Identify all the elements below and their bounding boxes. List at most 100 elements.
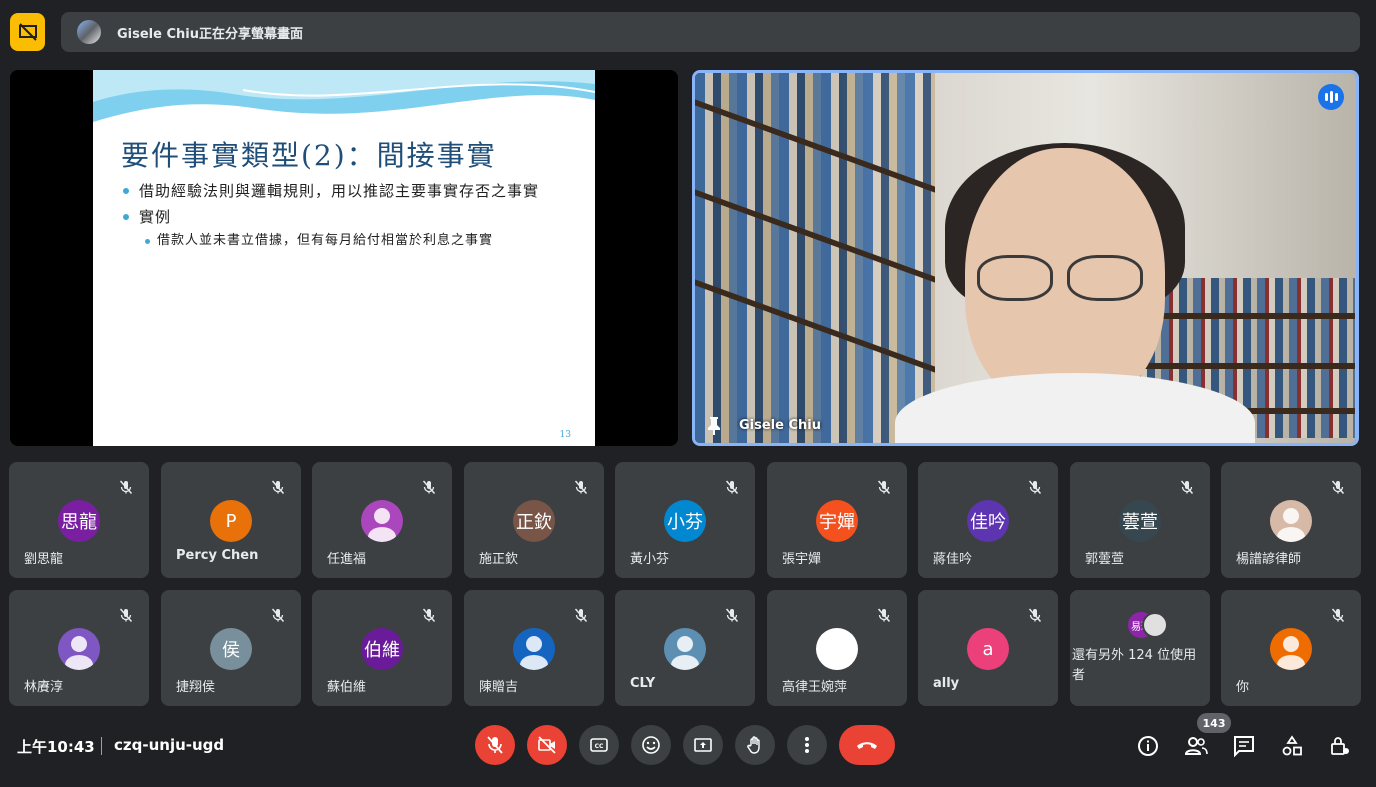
speaker-name: Gisele Chiu: [739, 418, 821, 433]
closed-captions-icon: CC: [590, 738, 608, 752]
participant-tile[interactable]: 易玹 還有另外 124 位使用者: [1070, 590, 1210, 706]
mic-muted-icon: [1024, 476, 1046, 498]
clock: 上午10:43: [17, 738, 95, 756]
slide-title: 要件事實類型(2)：間接事實: [121, 139, 497, 172]
mic-off-icon: [487, 736, 503, 754]
participant-tile[interactable]: 正欽施正欽: [464, 462, 604, 578]
meeting-details-button[interactable]: [1135, 733, 1161, 759]
present-off-icon: [18, 23, 37, 41]
participant-tile[interactable]: a ally: [918, 590, 1058, 706]
participant-name: 蔣佳吟: [933, 552, 973, 567]
slide-page-number: 13: [559, 430, 571, 440]
participant-tile[interactable]: 侯捷翔侯: [161, 590, 301, 706]
person-icon: [1270, 500, 1312, 542]
person-icon: [1270, 628, 1312, 670]
more-options-button[interactable]: [787, 725, 827, 765]
person-icon: [58, 628, 100, 670]
svg-text:CC: CC: [595, 743, 604, 750]
avatar-initials: 正欽: [516, 512, 552, 533]
participant-tile[interactable]: 你: [1221, 590, 1361, 706]
participant-tile[interactable]: 陳贈吉: [464, 590, 604, 706]
shared-screen-tile[interactable]: 要件事實類型(2)：間接事實 借助經驗法則與邏輯規則，用以推認主要事實存否之事實…: [10, 70, 678, 446]
participant-tile[interactable]: 楊譜諺律師: [1221, 462, 1361, 578]
participant-tile[interactable]: 伯維 蘇伯維: [312, 590, 452, 706]
presenter-avatar: [77, 20, 101, 44]
participant-avatar: [664, 628, 706, 670]
participant-name: ally: [933, 676, 960, 691]
participant-avatar: a: [967, 628, 1009, 670]
mic-muted-icon: [721, 604, 743, 626]
speaker-glasses: [977, 255, 1053, 301]
participant-name: 黃小芬: [630, 552, 670, 567]
emoji-reaction-button[interactable]: [631, 725, 671, 765]
mic-muted-icon: [1327, 476, 1349, 498]
speaker-video-tile[interactable]: Gisele Chiu: [692, 70, 1359, 446]
mic-muted-icon: [1024, 604, 1046, 626]
avatar-initials: 伯維: [364, 640, 400, 661]
participant-name: 你: [1236, 680, 1250, 695]
participant-tile[interactable]: 宇嬋 張宇嬋: [767, 462, 907, 578]
participant-tile[interactable]: CLY: [615, 590, 755, 706]
leave-call-button[interactable]: [839, 725, 895, 765]
participant-tile[interactable]: 蕓萱郭蕓萱: [1070, 462, 1210, 578]
present-screen-icon: [694, 738, 712, 752]
participant-avatar: [361, 500, 403, 542]
participant-tile[interactable]: 林賡淳: [9, 590, 149, 706]
participant-avatar: [1270, 500, 1312, 542]
avatar-initials: P: [225, 510, 237, 532]
info-icon: [1138, 736, 1158, 756]
captions-button[interactable]: CC: [579, 725, 619, 765]
mic-muted-icon: [267, 476, 289, 498]
participant-avatar: 蕓萱: [1119, 500, 1161, 542]
mic-muted-icon: [873, 604, 895, 626]
avatar-initials: 思龍: [61, 512, 97, 533]
lock-person-icon: [1331, 737, 1349, 755]
participant-avatar: [58, 628, 100, 670]
people-button[interactable]: [1183, 733, 1209, 759]
mic-muted-icon: [115, 476, 137, 498]
participant-avatar: [1270, 628, 1312, 670]
pin-icon[interactable]: [705, 415, 723, 435]
participant-name: 林賡淳: [24, 680, 64, 695]
speaker-glasses: [1067, 255, 1143, 301]
person-icon: [361, 500, 403, 542]
participant-tile[interactable]: 思龍 劉思龍: [9, 462, 149, 578]
mic-muted-icon: [418, 604, 440, 626]
participant-tile[interactable]: 高律王婉萍: [767, 590, 907, 706]
participant-avatar: 宇嬋: [816, 500, 858, 542]
stop-presenting-button[interactable]: [10, 13, 45, 51]
camera-button[interactable]: [527, 725, 567, 765]
participant-avatar: 佳吟: [967, 500, 1009, 542]
presentation-banner-text: Gisele Chiu正在分享螢幕畫面: [117, 26, 303, 42]
mic-muted-icon: [570, 604, 592, 626]
participant-avatar: 小芬: [664, 500, 706, 542]
participant-tile[interactable]: P Percy Chen: [161, 462, 301, 578]
slide-wave-decoration: [93, 70, 595, 122]
camera-off-icon: [538, 736, 556, 754]
meeting-code: czq-unju-ugd: [114, 736, 225, 754]
presentation-slide: 要件事實類型(2)：間接事實 借助經驗法則與邏輯規則，用以推認主要事實存否之事實…: [93, 70, 595, 446]
chat-button[interactable]: [1231, 733, 1257, 759]
participant-tile[interactable]: 佳吟蔣佳吟: [918, 462, 1058, 578]
participant-name: 郭蕓萱: [1085, 552, 1125, 567]
activities-icon: [1282, 735, 1302, 756]
people-icon: [1184, 737, 1208, 755]
avatar-initials: a: [982, 638, 994, 660]
participant-tile[interactable]: 小芬黃小芬: [615, 462, 755, 578]
participant-tile[interactable]: 任進福: [312, 462, 452, 578]
mic-muted-icon: [267, 604, 289, 626]
call-end-icon: [857, 742, 877, 749]
shelf-plank: [1115, 363, 1355, 369]
present-now-button[interactable]: [683, 725, 723, 765]
mic-muted-icon: [873, 476, 895, 498]
person-icon: [664, 628, 706, 670]
mic-muted-icon: [1327, 604, 1349, 626]
hand-icon: [747, 736, 760, 754]
host-controls-button[interactable]: [1327, 733, 1353, 759]
participant-name: 施正欽: [479, 552, 519, 567]
raise-hand-button[interactable]: [735, 725, 775, 765]
avatar-initials: 蕓萱: [1122, 512, 1158, 533]
microphone-button[interactable]: [475, 725, 515, 765]
activities-button[interactable]: [1279, 733, 1305, 759]
participant-name: 還有另外 124 位使用者: [1072, 648, 1197, 683]
